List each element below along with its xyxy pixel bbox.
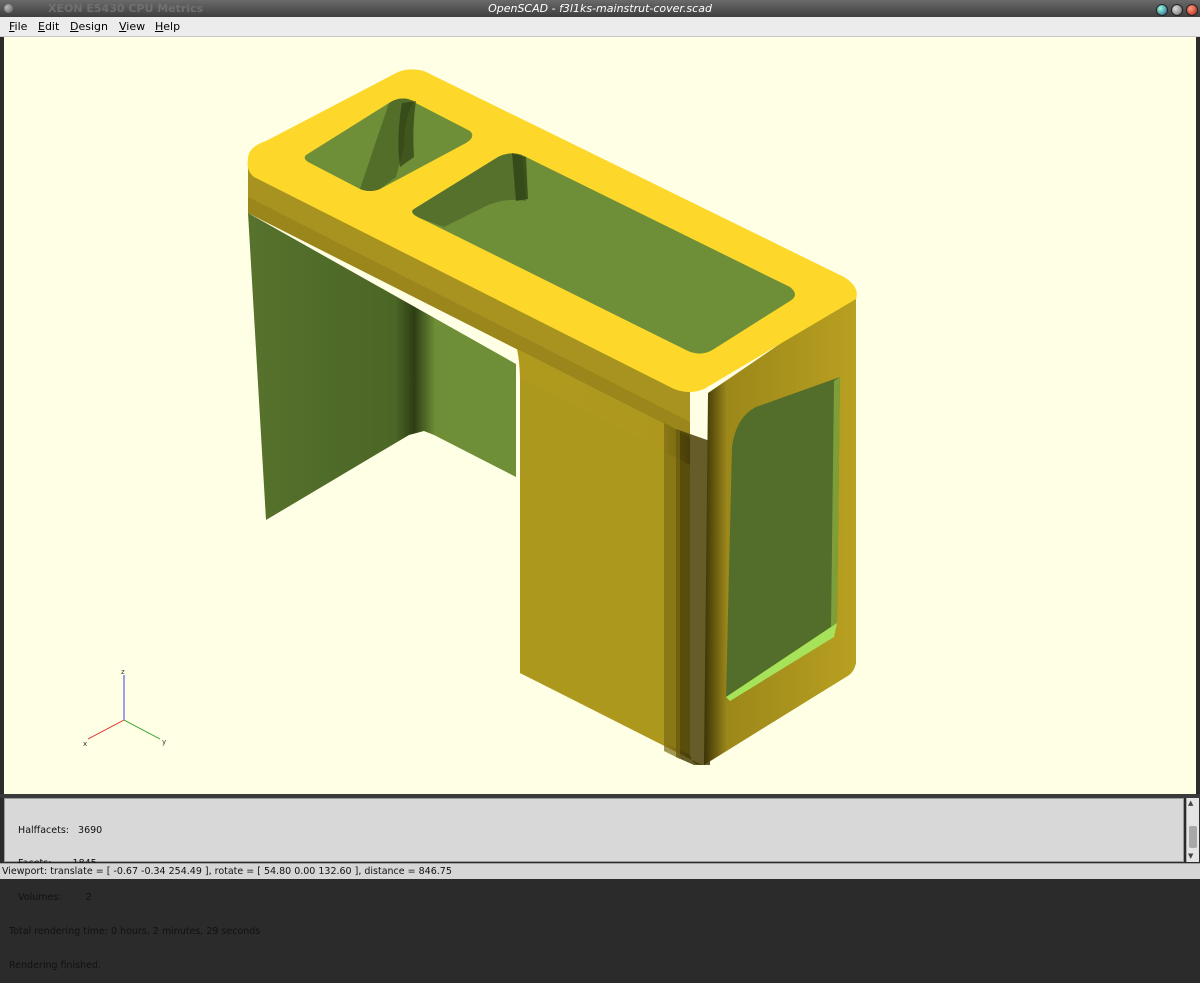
window-title: OpenSCAD - f3l1ks-mainstrut-cover.scad	[488, 2, 712, 15]
scroll-down-icon[interactable]: ▼	[1188, 852, 1193, 860]
console-output[interactable]: Halffacets: 3690 Facets: 1845 Volumes: 2…	[4, 798, 1184, 971]
close-icon[interactable]	[1186, 4, 1198, 16]
3d-viewport[interactable]: z x y	[4, 37, 1196, 794]
maximize-icon[interactable]	[1171, 4, 1183, 16]
console-line-finished: Rendering finished.	[9, 960, 102, 972]
axes-indicator-icon: z x y	[83, 668, 166, 748]
menu-design[interactable]: Design	[70, 17, 108, 36]
menu-file[interactable]: File	[9, 17, 27, 36]
scroll-up-icon[interactable]: ▲	[1188, 799, 1193, 807]
status-bar: Viewport: translate = [ -0.67 -0.34 254.…	[0, 863, 1200, 879]
console-line-halffacets: Halffacets: 3690	[9, 824, 103, 836]
axis-y-label: y	[162, 738, 166, 746]
console-line-render-time: Total rendering time: 0 hours, 2 minutes…	[9, 926, 261, 938]
scrollbar-thumb[interactable]	[1189, 826, 1197, 848]
menu-bar: File Edit Design View Help	[0, 17, 1200, 37]
rendered-model: z x y	[83, 69, 857, 765]
axis-x-label: x	[83, 740, 87, 748]
menu-edit[interactable]: Edit	[38, 17, 59, 36]
minimize-icon[interactable]	[1156, 4, 1168, 16]
console-line-volumes: Volumes: 2	[9, 892, 92, 904]
menu-view[interactable]: View	[119, 17, 145, 36]
menu-help[interactable]: Help	[155, 17, 180, 36]
title-bar[interactable]: XEON E5430 CPU Metrics OpenSCAD - f3l1ks…	[0, 0, 1200, 17]
console-scrollbar[interactable]: ▲ ▼	[1186, 798, 1199, 862]
axis-z-label: z	[121, 668, 125, 676]
